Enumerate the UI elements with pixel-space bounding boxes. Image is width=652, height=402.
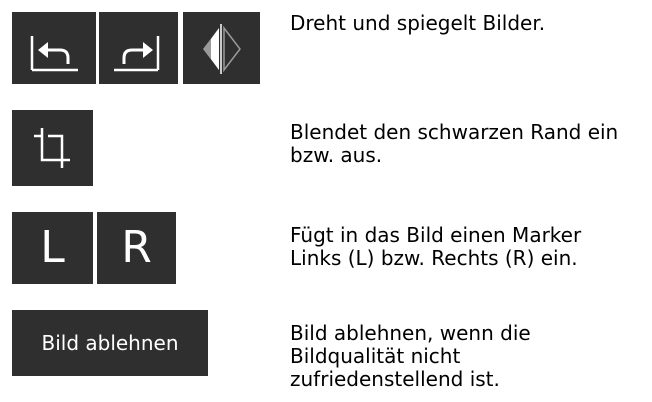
crop-button[interactable] bbox=[12, 110, 93, 186]
marker-right-label: R bbox=[121, 222, 152, 273]
reject-image-button[interactable]: Bild ablehnen bbox=[12, 310, 208, 376]
rotate-right-button[interactable] bbox=[99, 12, 178, 84]
crop-description-line1: Blendet den schwarzen Rand ein bbox=[290, 120, 619, 144]
crop-description: Blendet den schwarzen Rand ein bzw. aus. bbox=[290, 121, 652, 167]
rotate-right-icon bbox=[114, 36, 160, 72]
reject-description-line2: Bildqualität nicht bbox=[290, 344, 461, 368]
flip-icon bbox=[203, 24, 241, 74]
marker-description-line2: Links (L) bzw. Rechts (R) ein. bbox=[290, 246, 578, 270]
reject-description-line3: zufriedenstellend ist. bbox=[290, 367, 500, 391]
reject-description-line1: Bild ablehnen, wenn die bbox=[290, 321, 531, 345]
rotate-flip-description: Dreht und spiegelt Bilder. bbox=[290, 11, 546, 35]
flip-button[interactable] bbox=[183, 12, 260, 84]
marker-left-button[interactable]: L bbox=[12, 212, 93, 284]
rotate-left-icon bbox=[30, 36, 78, 72]
marker-right-button[interactable]: R bbox=[97, 212, 176, 284]
marker-description: Fügt in das Bild einen Marker Links (L) … bbox=[290, 224, 652, 270]
marker-left-label: L bbox=[40, 222, 65, 273]
crop-icon bbox=[34, 128, 70, 168]
marker-description-line1: Fügt in das Bild einen Marker bbox=[290, 223, 582, 247]
crop-description-line2: bzw. aus. bbox=[290, 143, 383, 167]
rotate-left-button[interactable] bbox=[12, 12, 96, 84]
reject-image-button-label: Bild ablehnen bbox=[41, 331, 179, 355]
reject-description: Bild ablehnen, wenn die Bildqualität nic… bbox=[290, 322, 652, 391]
